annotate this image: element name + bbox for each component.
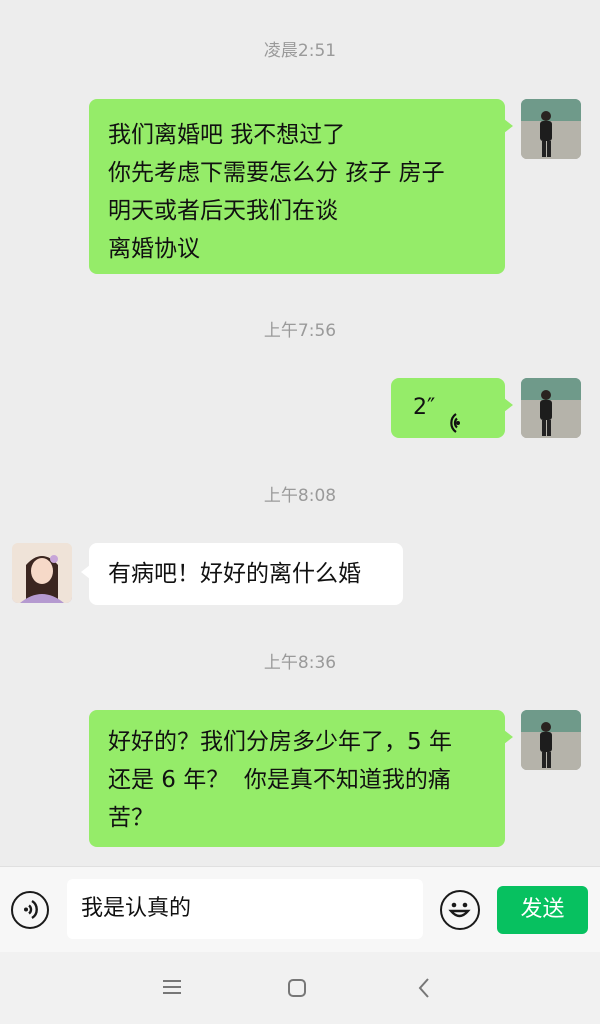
home-icon[interactable]	[287, 978, 307, 1002]
my-avatar[interactable]	[521, 99, 581, 159]
timestamp: 上午7:56	[263, 321, 337, 341]
input-bar: 我是认真的 发送	[0, 866, 600, 953]
emoji-icon[interactable]	[440, 890, 480, 930]
voice-input-icon[interactable]	[11, 891, 49, 929]
my-avatar[interactable]	[521, 378, 581, 438]
timestamp: 凌晨2:51	[263, 41, 337, 61]
timestamp: 上午8:36	[263, 653, 337, 673]
send-button[interactable]: 发送	[497, 886, 588, 934]
menu-icon[interactable]	[162, 978, 182, 1000]
message-bubble-outgoing[interactable]: 我们离婚吧 我不想过了 你先考虑下需要怎么分 孩子 房子 明天或者后天我们在谈 …	[89, 99, 513, 274]
system-navigation-bar	[0, 952, 600, 1024]
message-input[interactable]: 我是认真的	[67, 879, 423, 939]
voice-duration: 2″	[413, 395, 436, 420]
timestamp: 上午8:08	[263, 486, 337, 506]
my-avatar[interactable]	[521, 710, 581, 770]
chat-area[interactable]: 凌晨2:51 我们离婚吧 我不想过了 你先考虑下需要怎么分 孩子 房子 明天或者…	[0, 0, 600, 866]
voice-message-bubble[interactable]: 2″	[391, 378, 513, 438]
voice-wave-icon	[443, 332, 483, 484]
contact-avatar[interactable]	[12, 543, 72, 603]
message-bubble-outgoing[interactable]: 好好的？我们分房多少年了，5 年 还是 6 年？ 你是真不知道我的痛 苦？	[89, 710, 513, 847]
back-icon[interactable]	[417, 977, 431, 1003]
message-bubble-incoming[interactable]: 有病吧！好好的离什么婚	[81, 543, 403, 605]
